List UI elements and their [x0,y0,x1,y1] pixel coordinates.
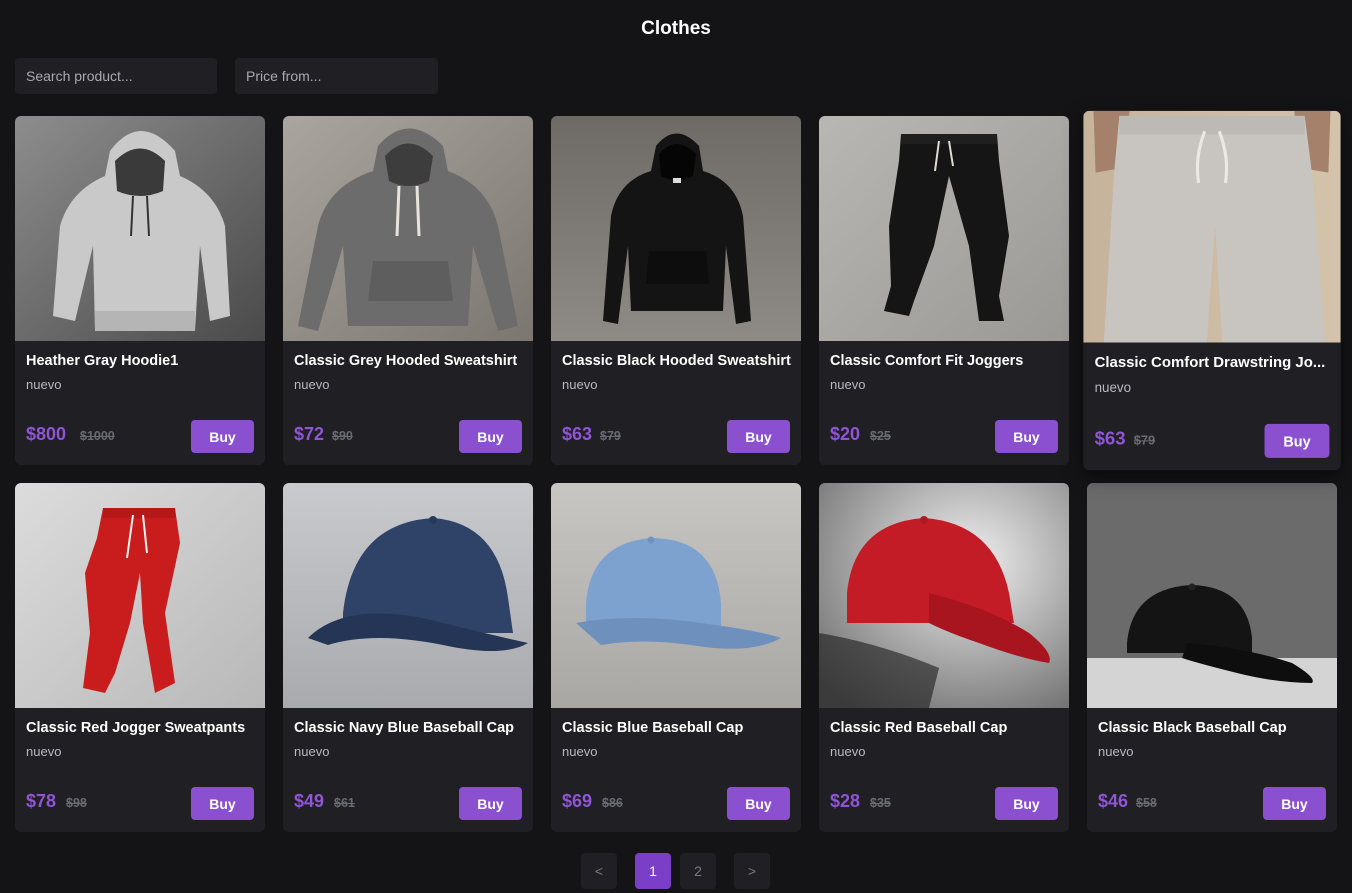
product-name[interactable]: Classic Comfort Fit Joggers [830,353,1062,369]
product-card[interactable]: Classic Black Hooded Sweatshirt nuevo $6… [551,116,801,465]
pagination-page-2[interactable]: 2 [680,853,716,889]
product-price: $78 [26,791,57,811]
product-condition: nuevo [1098,744,1134,759]
product-card[interactable]: Classic Grey Hooded Sweatshirt nuevo $72… [283,116,533,465]
product-card[interactable]: Classic Black Baseball Cap nuevo $46 $58… [1087,483,1337,832]
black-joggers-image[interactable] [819,116,1069,341]
buy-button[interactable]: Buy [191,420,254,453]
product-price: $49 [294,791,325,811]
product-old-price: $90 [332,429,353,443]
product-price: $28 [830,791,861,811]
gray-drawstring-pants-image[interactable] [1083,110,1341,343]
product-card[interactable]: Classic Blue Baseball Cap nuevo $69 $86 … [551,483,801,832]
product-card[interactable]: Classic Comfort Drawstring Jo... nuevo $… [1083,110,1341,471]
product-name[interactable]: Classic Red Jogger Sweatpants [26,720,258,736]
product-condition: nuevo [830,744,866,759]
product-condition: nuevo [1094,379,1132,396]
buy-button[interactable]: Buy [1263,787,1326,820]
product-name[interactable]: Heather Gray Hoodie1 [26,353,258,369]
pagination-prev-button[interactable]: < [581,853,617,889]
product-old-price: $61 [334,796,355,810]
black-cap-image[interactable] [1087,483,1337,708]
product-card[interactable]: Classic Red Jogger Sweatpants nuevo $78 … [15,483,265,832]
product-name[interactable]: Classic Comfort Drawstring Jo... [1095,355,1334,371]
search-input[interactable] [15,58,217,94]
product-card[interactable]: Classic Navy Blue Baseball Cap nuevo $49… [283,483,533,832]
gray-hoodie-image[interactable] [15,116,265,341]
buy-button[interactable]: Buy [459,420,522,453]
product-grid: Heather Gray Hoodie1 nuevo $800 $1000 Bu… [15,110,1341,832]
price-from-input[interactable] [235,58,438,94]
navy-cap-image[interactable] [283,483,533,708]
red-joggers-image[interactable] [15,483,265,708]
grey-sweatshirt-image[interactable] [283,116,533,341]
product-old-price: $79 [600,429,621,443]
blue-cap-image[interactable] [551,483,801,708]
product-price: $20 [830,424,861,444]
buy-button[interactable]: Buy [727,787,790,820]
product-old-price: $86 [602,796,623,810]
product-price: $63 [562,424,593,444]
page-title: Clothes [641,18,711,39]
product-price: $69 [562,791,593,811]
buy-button[interactable]: Buy [191,787,254,820]
red-cap-image[interactable] [819,483,1069,708]
buy-button[interactable]: Buy [459,787,522,820]
product-name[interactable]: Classic Blue Baseball Cap [562,720,794,736]
product-condition: nuevo [294,744,330,759]
product-condition: nuevo [26,377,62,392]
buy-button[interactable]: Buy [727,420,790,453]
black-hoodie-image[interactable] [551,116,801,341]
product-old-price: $1000 [80,429,115,443]
product-price: $63 [1094,428,1126,449]
product-price: $800 [26,424,67,444]
product-name[interactable]: Classic Grey Hooded Sweatshirt [294,353,526,369]
product-card[interactable]: Heather Gray Hoodie1 nuevo $800 $1000 Bu… [15,116,265,465]
product-card[interactable]: Classic Red Baseball Cap nuevo $28 $35 B… [819,483,1069,832]
product-old-price: $98 [66,796,87,810]
product-old-price: $79 [1133,433,1156,448]
product-condition: nuevo [294,377,330,392]
product-name[interactable]: Classic Red Baseball Cap [830,720,1062,736]
product-price: $46 [1098,791,1129,811]
pagination-next-button[interactable]: > [734,853,770,889]
buy-button[interactable]: Buy [1264,423,1330,458]
product-name[interactable]: Classic Black Baseball Cap [1098,720,1330,736]
product-condition: nuevo [26,744,62,759]
product-card[interactable]: Classic Comfort Fit Joggers nuevo $20 $2… [819,116,1069,465]
product-old-price: $25 [870,429,891,443]
product-price: $72 [294,424,325,444]
product-old-price: $58 [1136,796,1157,810]
buy-button[interactable]: Buy [995,420,1058,453]
product-condition: nuevo [830,377,866,392]
product-old-price: $35 [870,796,891,810]
buy-button[interactable]: Buy [995,787,1058,820]
pagination-page-1[interactable]: 1 [635,853,671,889]
product-name[interactable]: Classic Navy Blue Baseball Cap [294,720,526,736]
product-condition: nuevo [562,377,598,392]
product-condition: nuevo [562,744,598,759]
product-name[interactable]: Classic Black Hooded Sweatshirt [562,353,794,369]
